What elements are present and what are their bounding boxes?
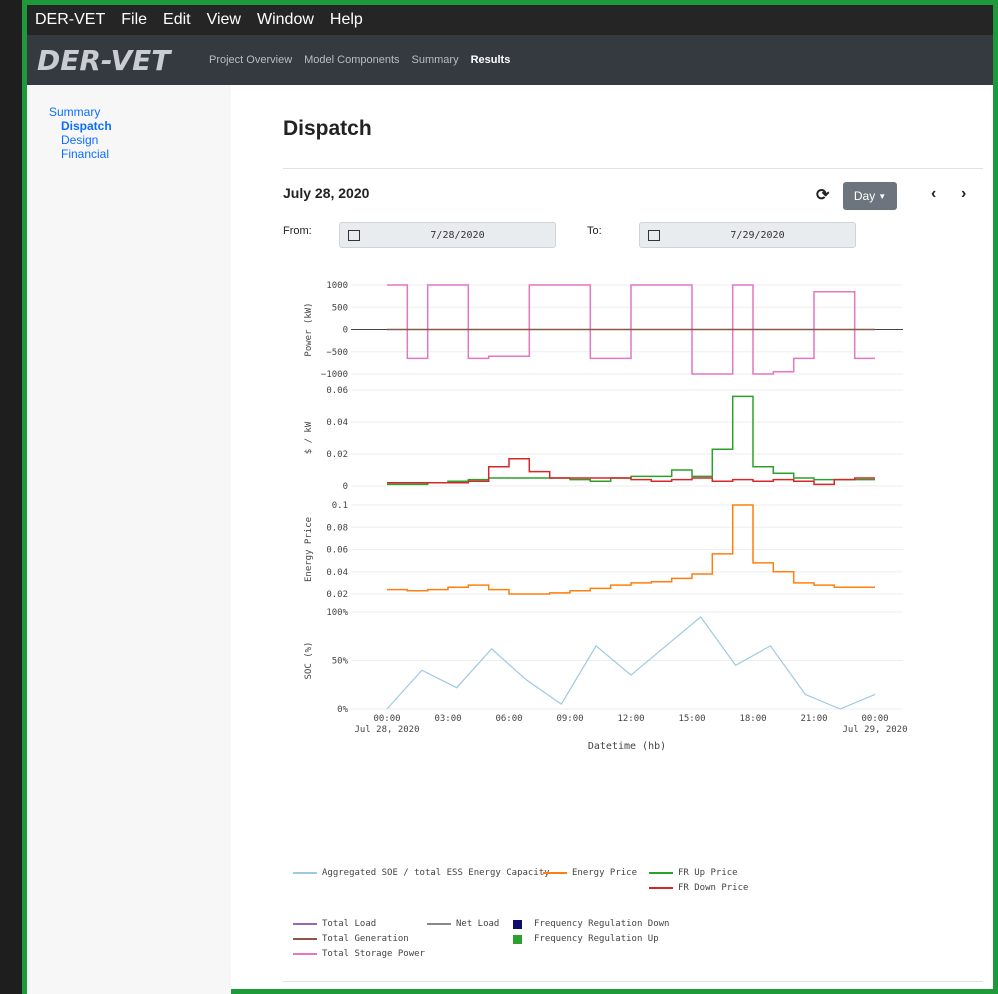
from-date-value: 7/28/2020: [430, 229, 485, 241]
x-tick-label: 18:00: [739, 714, 766, 724]
legend-item-energy-price[interactable]: Energy Price: [543, 868, 637, 878]
page-title: Dispatch: [283, 117, 372, 140]
menu-view[interactable]: View: [207, 11, 241, 29]
legend-item-fr-up[interactable]: FR Up Price: [649, 868, 738, 878]
legend-item-total-generation[interactable]: Total Generation: [293, 934, 409, 944]
legend-label: Aggregated SOE / total ESS Energy Capaci…: [322, 868, 550, 878]
chevron-down-icon: ▼: [878, 191, 887, 201]
sidebar-item-summary[interactable]: Summary: [49, 105, 231, 119]
legend-label: Frequency Regulation Up: [534, 934, 659, 944]
menu-edit[interactable]: Edit: [163, 11, 191, 29]
y-tick-label: 500: [332, 303, 348, 313]
x-axis-label: Datetime (hb): [588, 741, 666, 752]
to-date-value: 7/29/2020: [730, 229, 785, 241]
series-line: [386, 616, 876, 710]
y-tick-label: 1000: [326, 281, 348, 291]
x-tick-label: 12:00: [617, 714, 644, 724]
legend-item-freq-reg-up[interactable]: Frequency Regulation Up: [505, 934, 659, 944]
nav-summary[interactable]: Summary: [412, 54, 459, 66]
sidebar: Summary Dispatch Design Financial: [27, 85, 231, 994]
day-range-label: Day: [853, 189, 876, 203]
refresh-icon[interactable]: ⟳: [816, 185, 829, 205]
dispatch-chart: 10005000−500−1000Power (kW)10005000−500−…: [304, 265, 908, 752]
x-tick-label: 00:00: [861, 714, 888, 724]
y-axis-label: $ / kW: [304, 421, 314, 454]
legend-item-total-load[interactable]: Total Load: [293, 919, 376, 929]
y-tick-label: 0.06: [326, 546, 348, 556]
legend-bottom: Total Load Net Load Frequency Regulation…: [293, 919, 973, 969]
dervet-logo[interactable]: DER-VET: [37, 45, 197, 75]
divider: [283, 981, 983, 982]
legend-item-soe[interactable]: Aggregated SOE / total ESS Energy Capaci…: [293, 868, 550, 878]
x-tick-label: Jul 29, 2020: [842, 725, 907, 735]
y-tick-label: 0.04: [326, 568, 348, 578]
legend-label: Total Storage Power: [322, 949, 425, 959]
to-label: To:: [587, 225, 602, 237]
y-axis-label: Power (kW): [304, 302, 314, 356]
menu-file[interactable]: File: [121, 11, 147, 29]
y-tick-label: 0.06: [326, 386, 348, 396]
y-tick-label: 0: [343, 482, 348, 492]
y-axis-label: SOC (%): [304, 642, 314, 680]
x-tick-label: 09:00: [556, 714, 583, 724]
legend-item-net-load[interactable]: Net Load: [427, 919, 499, 929]
x-tick-label: 15:00: [678, 714, 705, 724]
y-axis-label: Energy Price: [304, 517, 314, 582]
legend-item-fr-down[interactable]: FR Down Price: [649, 883, 748, 893]
y-tick-label: 0: [343, 326, 348, 336]
calendar-icon: [648, 229, 660, 241]
y-tick-label: −1000: [321, 370, 348, 380]
y-tick-label: 50%: [332, 657, 349, 667]
y-tick-label: −500: [326, 348, 348, 358]
from-date-input[interactable]: 7/28/2020: [339, 222, 556, 248]
date-label: July 28, 2020: [283, 185, 370, 201]
main-content: Dispatch July 28, 2020 ⟳ Day ▼ ‹ › From:…: [231, 85, 993, 994]
next-arrow-icon[interactable]: ›: [961, 185, 966, 203]
sidebar-item-financial[interactable]: Financial: [49, 147, 231, 161]
y-tick-label: 0.08: [326, 523, 348, 533]
prev-arrow-icon[interactable]: ‹: [931, 185, 936, 203]
calendar-icon: [348, 229, 360, 241]
legend-item-total-storage[interactable]: Total Storage Power: [293, 949, 425, 959]
navbar: DER-VET Project Overview Model Component…: [27, 35, 993, 85]
y-tick-label: 0.02: [326, 450, 348, 460]
series-line: [387, 395, 875, 486]
menubar: DER-VET File Edit View Window Help: [27, 5, 993, 35]
y-tick-label: −1000: [321, 265, 348, 268]
y-tick-label: 0.02: [326, 590, 348, 600]
legend-label: FR Up Price: [678, 868, 738, 878]
svg-text:DER-VET: DER-VET: [37, 45, 172, 75]
nav-project-overview[interactable]: Project Overview: [209, 54, 292, 66]
legend-label: Total Generation: [322, 934, 409, 944]
nav-model-components[interactable]: Model Components: [304, 54, 399, 66]
legend-label: Energy Price: [572, 868, 638, 878]
divider: [283, 168, 983, 169]
legend-label: Total Load: [322, 919, 377, 929]
sidebar-item-design[interactable]: Design: [49, 133, 231, 147]
y-tick-label: 0.04: [326, 418, 348, 428]
app-window: DER-VET File Edit View Window Help DER-V…: [22, 0, 998, 994]
x-tick-label: 00:00: [373, 714, 400, 724]
y-tick-label: 0.1: [332, 501, 348, 511]
day-range-dropdown[interactable]: Day ▼: [843, 182, 897, 210]
from-label: From:: [283, 225, 312, 237]
menu-help[interactable]: Help: [330, 11, 363, 29]
legend-label: FR Down Price: [678, 883, 749, 893]
x-tick-label: 06:00: [495, 714, 522, 724]
legend-label: Net Load: [456, 919, 500, 929]
y-tick-label: 0%: [337, 705, 348, 715]
x-tick-label: 03:00: [434, 714, 461, 724]
menu-window[interactable]: Window: [257, 11, 314, 29]
nav-results[interactable]: Results: [471, 54, 511, 66]
legend-item-freq-reg-down[interactable]: Frequency Regulation Down: [505, 919, 669, 929]
legend-label: Frequency Regulation Down: [534, 919, 670, 929]
legend-top: Aggregated SOE / total ESS Energy Capaci…: [293, 868, 973, 908]
y-tick-label: 100%: [326, 608, 348, 618]
menu-app[interactable]: DER-VET: [35, 11, 105, 29]
sidebar-item-dispatch[interactable]: Dispatch: [49, 119, 231, 133]
to-date-input[interactable]: 7/29/2020: [639, 222, 856, 248]
x-tick-label: 21:00: [800, 714, 827, 724]
x-tick-label: Jul 28, 2020: [354, 725, 419, 735]
